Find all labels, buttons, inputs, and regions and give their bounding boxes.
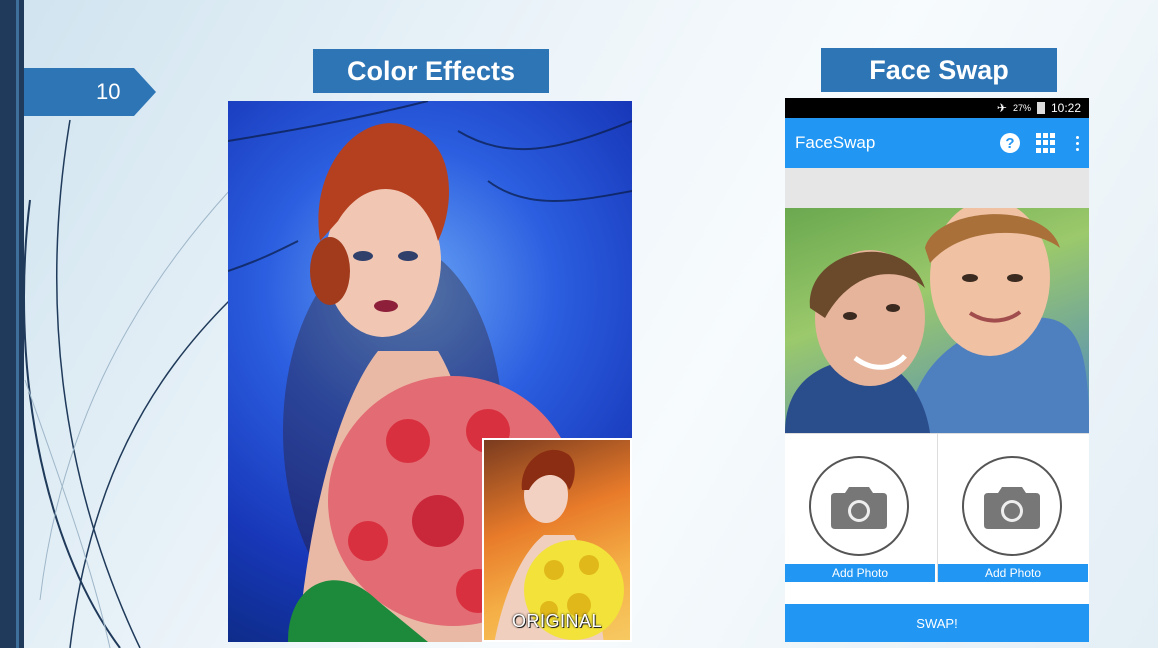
- faceswap-phone-screen: ✈ 27% 10:22 FaceSwap ? Add Photo Add Pho…: [785, 98, 1089, 642]
- original-inset-photo: ORIGINAL: [482, 438, 632, 642]
- color-effects-title: Color Effects: [313, 49, 549, 93]
- help-icon[interactable]: ?: [1000, 133, 1020, 153]
- add-photo-label-1[interactable]: Add Photo: [785, 564, 935, 582]
- photo-slots: Add Photo Add Photo: [785, 433, 1089, 582]
- ad-banner-area: [785, 168, 1089, 208]
- airplane-icon: ✈: [996, 101, 1007, 115]
- status-bar: ✈ 27% 10:22: [785, 98, 1089, 118]
- face-swap-title: Face Swap: [821, 48, 1057, 92]
- swap-button[interactable]: SWAP!: [785, 602, 1089, 642]
- app-title: FaceSwap: [795, 133, 876, 152]
- photo-slot-1[interactable]: Add Photo: [785, 434, 937, 582]
- apps-grid-icon[interactable]: [1036, 133, 1055, 153]
- status-time: 10:22: [1050, 101, 1081, 115]
- slide-number: 10: [24, 68, 156, 116]
- add-photo-camera-button-1[interactable]: [809, 456, 909, 556]
- add-photo-label-2[interactable]: Add Photo: [938, 564, 1088, 582]
- camera-icon: [831, 487, 887, 529]
- add-photo-camera-button-2[interactable]: [962, 456, 1062, 556]
- battery-percent: 27%: [1012, 103, 1031, 113]
- face-swap-result-photo: [785, 208, 1089, 433]
- camera-icon: [984, 487, 1040, 529]
- original-label: ORIGINAL: [511, 611, 603, 631]
- overflow-menu-icon[interactable]: [1075, 133, 1079, 153]
- photo-slot-2[interactable]: Add Photo: [937, 434, 1089, 582]
- app-toolbar: FaceSwap ?: [785, 118, 1089, 168]
- battery-icon: [1036, 102, 1045, 114]
